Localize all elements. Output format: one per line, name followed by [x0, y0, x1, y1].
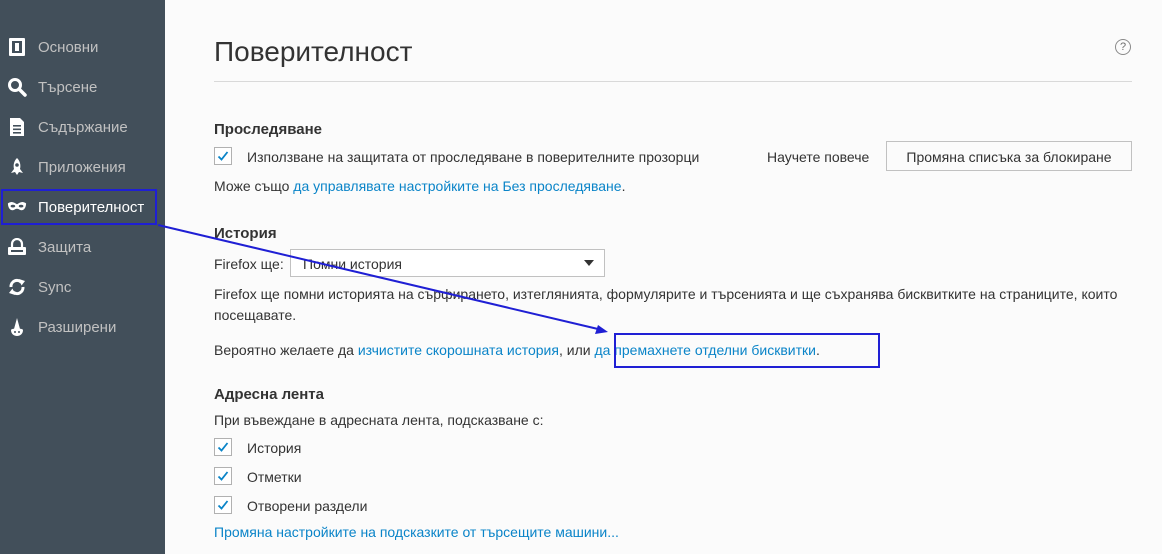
suggest-history-checkbox[interactable] [214, 438, 232, 456]
sidebar-item-applications[interactable]: Приложения [0, 147, 165, 187]
sidebar-item-label: Поверителност [38, 198, 145, 216]
clear-history-middle: , или [558, 342, 595, 358]
title-divider [214, 81, 1132, 82]
checkmark-icon [217, 442, 229, 452]
suggest-history-label[interactable]: История [247, 440, 301, 456]
history-mode-select[interactable]: Помни история [290, 249, 605, 277]
privacy-mask-icon [7, 197, 27, 217]
address-bar-heading: Адресна лента [214, 386, 324, 403]
remove-cookies-link[interactable]: да премахнете отделни бисквитки [594, 342, 816, 358]
tracking-heading: Проследяване [214, 121, 322, 138]
dropdown-arrow-icon [584, 260, 594, 266]
history-heading: История [214, 225, 277, 242]
tracking-protection-label[interactable]: Използване на защитата от проследяване в… [247, 149, 699, 165]
sidebar-item-general[interactable]: Основни [0, 27, 165, 67]
do-not-track-link[interactable]: да управлявате настройките на Без просле… [293, 178, 621, 194]
page-title: Поверителност [214, 36, 413, 67]
address-bar-intro: При въвеждане в адресната лента, подсказ… [214, 412, 544, 428]
general-icon [7, 37, 27, 57]
sidebar-item-advanced[interactable]: Разширени [0, 307, 165, 347]
do-not-track-prefix: Може също [214, 178, 294, 194]
learn-more-link[interactable]: Научете повече [767, 149, 869, 165]
sidebar-item-label: Съдържание [38, 118, 128, 136]
history-description: Firefox ще помни историята на сърфиранет… [214, 286, 1118, 323]
sidebar-item-privacy[interactable]: Поверителност [0, 187, 165, 227]
sidebar-item-label: Защита [38, 238, 92, 256]
sidebar-item-search[interactable]: Търсене [0, 67, 165, 107]
checkmark-icon [217, 500, 229, 510]
do-not-track-line: Може също да управлявате настройките на … [214, 176, 625, 197]
change-blocklist-button[interactable]: Промяна списъка за блокиране [886, 141, 1132, 171]
clear-history-line: Вероятно желаете да изчистите скорошната… [214, 340, 820, 361]
sidebar-item-label: Търсене [38, 78, 98, 96]
help-icon[interactable]: ? [1115, 39, 1131, 55]
tracking-protection-checkbox[interactable] [214, 147, 232, 165]
history-mode-value: Помни история [303, 256, 402, 272]
do-not-track-suffix: . [621, 178, 626, 194]
sidebar: Основни Търсене Съдържание Приложения По… [0, 0, 165, 554]
suggest-open-tabs-label[interactable]: Отворени раздели [247, 498, 367, 514]
suggest-bookmarks-label[interactable]: Отметки [247, 469, 302, 485]
suggest-open-tabs-checkbox[interactable] [214, 496, 232, 514]
sidebar-item-label: Основни [38, 38, 99, 56]
checkmark-icon [217, 471, 229, 481]
search-icon [7, 77, 27, 97]
checkmark-icon [217, 151, 229, 161]
main-content: Поверителност ? Проследяване Използване … [166, 0, 1162, 554]
sync-icon [7, 277, 27, 297]
sidebar-item-label: Приложения [38, 158, 126, 176]
clear-history-prefix: Вероятно желаете да [214, 342, 358, 358]
sidebar-item-security[interactable]: Защита [0, 227, 165, 267]
advanced-wizard-icon [7, 317, 27, 337]
sidebar-item-label: Разширени [38, 318, 117, 336]
clear-history-suffix: . [815, 342, 820, 358]
content-icon [7, 117, 27, 137]
sidebar-item-label: Sync [38, 278, 72, 296]
applications-icon [7, 157, 27, 177]
security-lock-icon [7, 237, 27, 257]
firefox-will-label: Firefox ще: [214, 256, 284, 272]
search-suggestions-link[interactable]: Промяна настройките на подсказките от тъ… [214, 522, 619, 543]
sidebar-item-content[interactable]: Съдържание [0, 107, 165, 147]
sidebar-item-sync[interactable]: Sync [0, 267, 165, 307]
suggest-bookmarks-checkbox[interactable] [214, 467, 232, 485]
clear-recent-history-link[interactable]: изчистите скорошната история [358, 342, 559, 358]
